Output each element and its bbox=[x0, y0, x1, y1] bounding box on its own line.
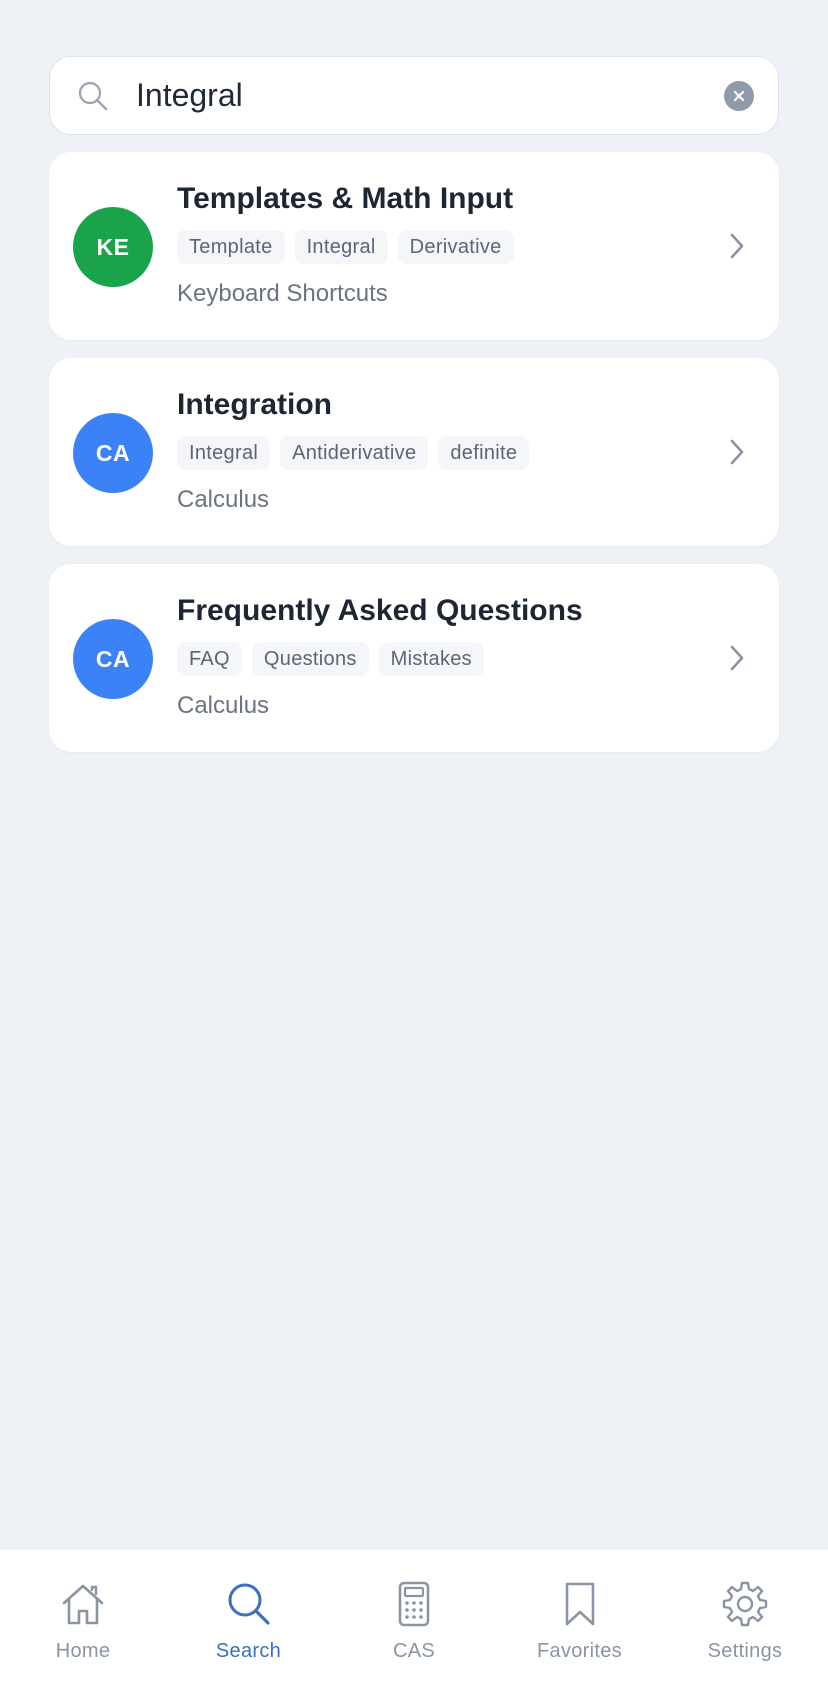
tag: Antiderivative bbox=[280, 436, 429, 470]
calculator-icon bbox=[390, 1580, 438, 1628]
chevron-right-icon bbox=[725, 436, 749, 468]
tag: Template bbox=[177, 230, 285, 264]
gear-icon bbox=[721, 1580, 769, 1628]
result-title: Templates & Math Input bbox=[177, 182, 514, 215]
tab-settings[interactable]: Settings bbox=[670, 1580, 820, 1700]
search-input[interactable] bbox=[136, 65, 724, 126]
tag-list: Template Integral Derivative bbox=[177, 230, 514, 264]
tab-label: CAS bbox=[392, 1640, 436, 1662]
tag: Mistakes bbox=[378, 642, 484, 676]
tag: Questions bbox=[251, 642, 369, 676]
avatar: CA bbox=[73, 413, 153, 493]
tab-label: Home bbox=[55, 1640, 111, 1662]
result-category: Keyboard Shortcuts bbox=[177, 280, 388, 307]
tab-label: Favorites bbox=[537, 1640, 622, 1662]
app-screen: KE Templates & Math Input Template Integ… bbox=[0, 0, 828, 1700]
tag: Integral bbox=[177, 436, 271, 470]
tab-search[interactable]: Search bbox=[174, 1580, 324, 1700]
tab-cas[interactable]: CAS bbox=[339, 1580, 489, 1700]
tag-list: Integral Antiderivative definite bbox=[177, 436, 530, 470]
tab-home[interactable]: Home bbox=[8, 1580, 158, 1700]
result-card[interactable]: KE Templates & Math Input Template Integ… bbox=[49, 152, 779, 340]
home-icon bbox=[59, 1580, 107, 1628]
search-bar[interactable] bbox=[49, 56, 779, 135]
chevron-right-icon bbox=[725, 642, 749, 674]
avatar: CA bbox=[73, 619, 153, 699]
result-card[interactable]: CA Frequently Asked Questions FAQ Questi… bbox=[49, 564, 779, 752]
tag-list: FAQ Questions Mistakes bbox=[177, 642, 484, 676]
search-icon bbox=[225, 1580, 273, 1628]
tab-label: Search bbox=[215, 1640, 282, 1662]
clear-icon[interactable] bbox=[724, 80, 754, 111]
avatar: KE bbox=[73, 207, 153, 287]
result-card[interactable]: CA Integration Integral Antiderivative d… bbox=[49, 358, 779, 546]
result-category: Calculus bbox=[177, 692, 270, 719]
tag: Integral bbox=[294, 230, 388, 264]
search-icon bbox=[76, 79, 110, 113]
chevron-right-icon bbox=[725, 230, 749, 262]
bottom-tab-bar: Home Search CAS Favorites Settings bbox=[0, 1550, 828, 1700]
tag: FAQ bbox=[177, 642, 242, 676]
tag: Derivative bbox=[397, 230, 514, 264]
result-title: Integration bbox=[177, 388, 332, 421]
tab-label: Settings bbox=[707, 1640, 783, 1662]
bookmark-icon bbox=[556, 1580, 604, 1628]
tag: definite bbox=[438, 436, 530, 470]
result-title: Frequently Asked Questions bbox=[177, 594, 583, 627]
results-list: KE Templates & Math Input Template Integ… bbox=[49, 152, 779, 770]
result-category: Calculus bbox=[177, 486, 270, 513]
tab-favorites[interactable]: Favorites bbox=[505, 1580, 655, 1700]
